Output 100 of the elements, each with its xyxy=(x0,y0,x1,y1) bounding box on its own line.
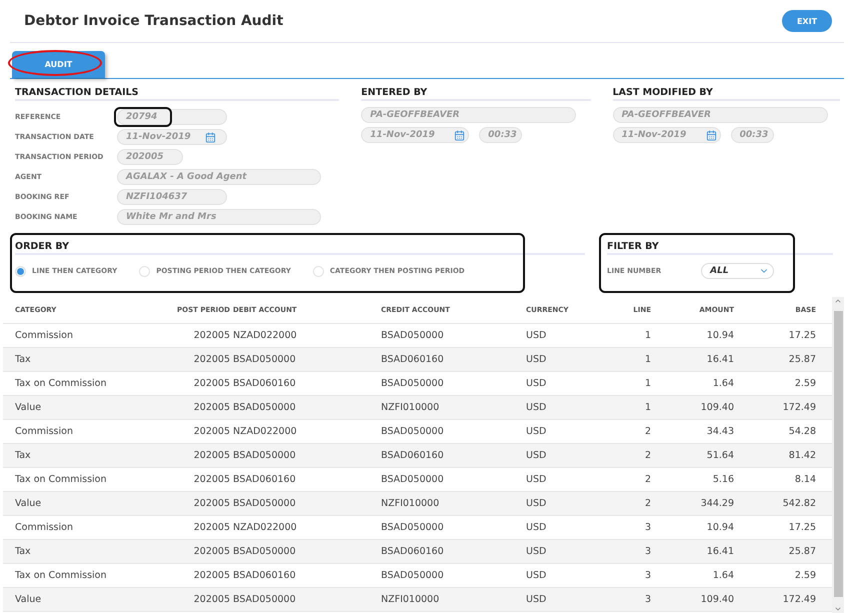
table-cell-text: BSAD060160 xyxy=(232,378,297,389)
exit-button[interactable]: EXIT xyxy=(782,10,832,32)
table-cell-text: USD xyxy=(526,474,548,485)
table-cell-text: Tax xyxy=(15,450,32,461)
table-cell-text: BSAD060160 xyxy=(232,474,297,485)
table-cell-text: 202005 xyxy=(192,402,230,413)
table-cell-text: Commission xyxy=(15,522,74,533)
table-cell-text: 25.87 xyxy=(788,354,816,365)
table-cell-text: NZFI010000 xyxy=(380,498,440,509)
table-cell-text: Tax on Commission xyxy=(15,570,108,581)
table-cell-text: 1 xyxy=(644,330,651,341)
date-field[interactable]: 11-Nov-2019 xyxy=(361,127,470,143)
table-cell-text: BSAD050000 xyxy=(380,474,445,485)
text-field[interactable]: White Mr and Mrs xyxy=(117,209,321,225)
table-cell-text: BSAD050000 xyxy=(232,594,297,605)
table-cell-text: 5.16 xyxy=(712,474,734,485)
table-cell-text: NZAD022000 xyxy=(232,522,298,533)
table-cell-text: USD xyxy=(526,594,548,605)
table-cell-text: 202005 xyxy=(192,330,230,341)
table-cell-text: 3 xyxy=(644,522,651,533)
table-cell-text: 1.64 xyxy=(712,570,734,581)
section-heading: ENTERED BY xyxy=(361,87,591,101)
table-cell-text: 81.42 xyxy=(788,450,816,461)
table-cell-text: 2 xyxy=(644,474,651,485)
table-cell-text: NZAD022000 xyxy=(232,330,298,341)
table-cell-text: USD xyxy=(526,546,548,557)
table-cell-text: 10.94 xyxy=(706,330,734,341)
table-cell-text: BSAD050000 xyxy=(232,402,297,413)
table-cell-text: 202005 xyxy=(192,378,230,389)
table-cell-text: 3 xyxy=(644,546,651,557)
table-cell-text: 172.49 xyxy=(782,594,816,605)
table-cell-text: 54.28 xyxy=(788,426,816,437)
section-heading: LAST MODIFIED BY xyxy=(612,87,840,101)
table-cell-text: 25.87 xyxy=(788,546,816,557)
table-cell-text: 10.94 xyxy=(706,522,734,533)
line-number-select[interactable]: ALL xyxy=(701,263,774,279)
table-cell-text: 202005 xyxy=(192,570,230,581)
table-cell-text: BSAD050000 xyxy=(380,378,445,389)
user-field[interactable]: PA-GEOFFBEAVER xyxy=(361,107,576,123)
table-cell-text: Commission xyxy=(15,330,74,341)
table-cell-text: BSAD050000 xyxy=(232,546,297,557)
table-cell-text: 109.40 xyxy=(700,594,734,605)
table-cell-text: USD xyxy=(526,570,548,581)
table-cell-text: 172.49 xyxy=(782,402,816,413)
table-cell-text: 202005 xyxy=(192,546,230,557)
text-field[interactable]: AGALAX - A Good Agent xyxy=(117,169,321,185)
table-cell-text: 2 xyxy=(644,450,651,461)
section-heading: ORDER BY xyxy=(15,241,585,255)
table-cell-text: BSAD050000 xyxy=(232,450,297,461)
text-field[interactable]: 202005 xyxy=(117,149,183,165)
date-field[interactable]: 11-Nov-2019 xyxy=(612,127,721,143)
table-cell-text: 202005 xyxy=(192,522,230,533)
table-cell-text: 3 xyxy=(644,570,651,581)
table-cell-text: 17.25 xyxy=(788,330,816,341)
table-cell-text: USD xyxy=(526,378,548,389)
page-title: Debtor Invoice Transaction Audit xyxy=(24,13,284,29)
table-cell-text: USD xyxy=(526,402,548,413)
table-cell-text: 16.41 xyxy=(706,354,734,365)
table-cell-text: 109.40 xyxy=(700,402,734,413)
table-cell-text: 2.59 xyxy=(794,378,816,389)
table-cell-text: Value xyxy=(15,498,42,509)
table-cell-text: NZFI010000 xyxy=(380,594,440,605)
time-field[interactable]: 00:33 xyxy=(479,127,522,143)
table-cell-text: 1 xyxy=(644,378,651,389)
table-cell-text: 8.14 xyxy=(794,474,816,485)
table-cell-text: 2 xyxy=(644,426,651,437)
table-cell-text: USD xyxy=(526,354,548,365)
table-cell-text: 202005 xyxy=(192,354,230,365)
table-cell-text: NZFI010000 xyxy=(380,402,440,413)
text-field[interactable]: NZFI104637 xyxy=(117,189,227,205)
table-cell-text: USD xyxy=(526,330,548,341)
table-cell-text: NZAD022000 xyxy=(232,426,298,437)
table-cell-text: 202005 xyxy=(192,450,230,461)
table-cell-text: 51.64 xyxy=(706,450,734,461)
table-cell-text: 202005 xyxy=(192,594,230,605)
table-cell-text: 1 xyxy=(644,354,651,365)
table-cell-text: 3 xyxy=(644,594,651,605)
table-cell-text: BSAD050000 xyxy=(232,354,297,365)
text-field[interactable]: 20794 xyxy=(117,109,227,125)
table-cell-text: 34.43 xyxy=(706,426,734,437)
table-cell-text: 542.82 xyxy=(782,498,816,509)
table-cell-text: BSAD050000 xyxy=(380,330,445,341)
table-cell-text: USD xyxy=(526,450,548,461)
table-cell-text: 17.25 xyxy=(788,522,816,533)
table-cell-text: 1 xyxy=(644,402,651,413)
section-heading: FILTER BY xyxy=(607,241,833,255)
table-cell-text: 202005 xyxy=(192,498,230,509)
table-cell-text: 202005 xyxy=(192,426,230,437)
table-cell-text: Tax on Commission xyxy=(15,474,108,485)
date-field[interactable]: 11-Nov-2019 xyxy=(117,129,227,145)
table-cell-text: 2.59 xyxy=(794,570,816,581)
user-field[interactable]: PA-GEOFFBEAVER xyxy=(612,107,828,123)
table-cell-text: Tax xyxy=(15,354,32,365)
table-cell-text: BSAD050000 xyxy=(380,426,445,437)
table-cell-text: BSAD050000 xyxy=(380,522,445,533)
time-field[interactable]: 00:33 xyxy=(730,127,774,143)
table-cell-text: USD xyxy=(526,426,548,437)
table-cell-text: 202005 xyxy=(192,474,230,485)
table-cell-text: Value xyxy=(15,594,42,605)
table-cell-text: USD xyxy=(526,498,548,509)
